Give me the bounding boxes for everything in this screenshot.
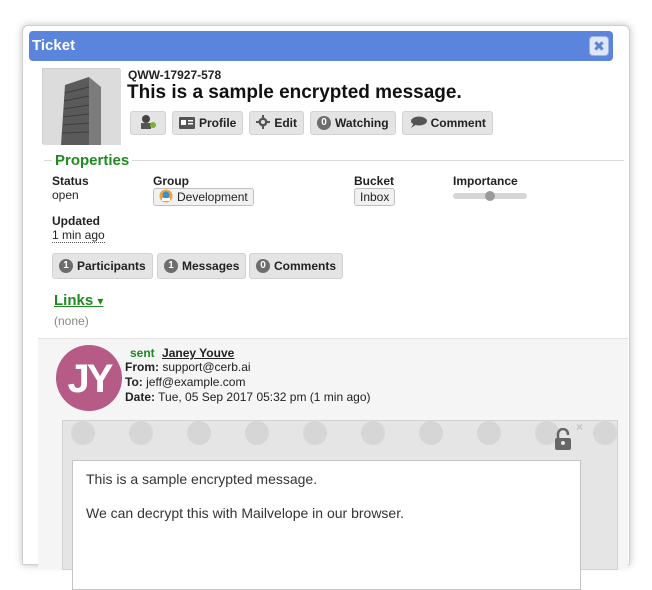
- comments-button[interactable]: 0 Comments: [249, 253, 344, 279]
- participants-count: 1: [59, 259, 73, 273]
- bucket-value: Inbox: [360, 190, 390, 204]
- watching-label: Watching: [335, 116, 389, 130]
- bucket-chip[interactable]: Inbox: [354, 188, 396, 206]
- links-label: Links: [54, 292, 94, 309]
- to-line: To: jeff@example.com: [125, 375, 245, 389]
- building-icon: [42, 68, 121, 145]
- comments-count: 0: [256, 259, 270, 273]
- comment-bubble-icon: [409, 116, 427, 131]
- sent-line: sent Janey Youve: [130, 346, 234, 360]
- date-value: Tue, 05 Sep 2017 05:32 pm (1 min ago): [158, 390, 371, 404]
- participants-button[interactable]: 1 Participants: [52, 253, 153, 279]
- sender-avatar: JY: [56, 345, 122, 411]
- updated-value: 1 min ago: [52, 228, 105, 243]
- close-icon[interactable]: ×: [576, 420, 583, 434]
- bucket-label: Bucket: [354, 174, 395, 188]
- from-label: From:: [125, 360, 159, 374]
- importance-slider[interactable]: [453, 191, 527, 201]
- bot-icon: [137, 113, 159, 134]
- decrypted-message-body: This is a sample encrypted message. We c…: [72, 460, 581, 590]
- caret-down-icon: ▾: [97, 294, 104, 308]
- profile-card-icon: [179, 115, 195, 132]
- close-icon[interactable]: ✖: [589, 36, 609, 56]
- to-value: jeff@example.com: [146, 375, 246, 389]
- dialog-titlebar: Ticket ✖: [29, 31, 613, 61]
- messages-label: Messages: [182, 259, 240, 273]
- group-value: Development: [177, 190, 248, 204]
- message-body-line-2: We can decrypt this with Mailvelope in o…: [86, 505, 404, 521]
- lock-icon[interactable]: [554, 427, 572, 453]
- comment-label: Comment: [430, 116, 486, 130]
- watching-button[interactable]: 0 Watching: [310, 111, 396, 135]
- from-line: From: support@cerb.ai: [125, 360, 251, 374]
- status-label: Status: [52, 174, 89, 188]
- to-label: To:: [125, 375, 143, 389]
- importance-label: Importance: [453, 174, 518, 188]
- group-chip[interactable]: Development: [153, 188, 254, 206]
- updated-label: Updated: [52, 214, 100, 228]
- sender-name-link[interactable]: Janey Youve: [162, 346, 234, 360]
- group-label: Group: [153, 174, 189, 188]
- ticket-toolbar: Profile Edit 0 Watching Comment: [130, 111, 493, 135]
- importance-knob[interactable]: [485, 191, 495, 201]
- comments-label: Comments: [274, 259, 337, 273]
- comment-button[interactable]: Comment: [401, 111, 493, 135]
- gear-icon: [256, 114, 271, 132]
- sent-verb: sent: [130, 346, 155, 360]
- participants-label: Participants: [77, 259, 146, 273]
- properties-legend: Properties: [52, 152, 133, 169]
- group-icon: [159, 189, 173, 206]
- profile-button[interactable]: Profile: [172, 111, 244, 135]
- date-line: Date: Tue, 05 Sep 2017 05:32 pm (1 min a…: [125, 390, 371, 404]
- ticket-mask: QWW-17927-578: [128, 68, 222, 82]
- links-toggle[interactable]: Links ▾: [54, 292, 103, 309]
- bot-button[interactable]: [130, 111, 166, 135]
- dialog-title: Ticket: [32, 37, 76, 54]
- ticket-subject: This is a sample encrypted message.: [127, 82, 462, 103]
- edit-label: Edit: [274, 116, 298, 130]
- date-label: Date:: [125, 390, 156, 404]
- message-body-line-1: This is a sample encrypted message.: [86, 471, 318, 487]
- from-value: support@cerb.ai: [162, 360, 251, 374]
- edit-button[interactable]: Edit: [249, 111, 305, 135]
- status-value: open: [52, 188, 79, 202]
- links-empty: (none): [54, 314, 89, 328]
- messages-button[interactable]: 1 Messages: [157, 253, 247, 279]
- watching-count: 0: [317, 116, 332, 130]
- messages-count: 1: [164, 259, 178, 273]
- profile-label: Profile: [199, 116, 237, 130]
